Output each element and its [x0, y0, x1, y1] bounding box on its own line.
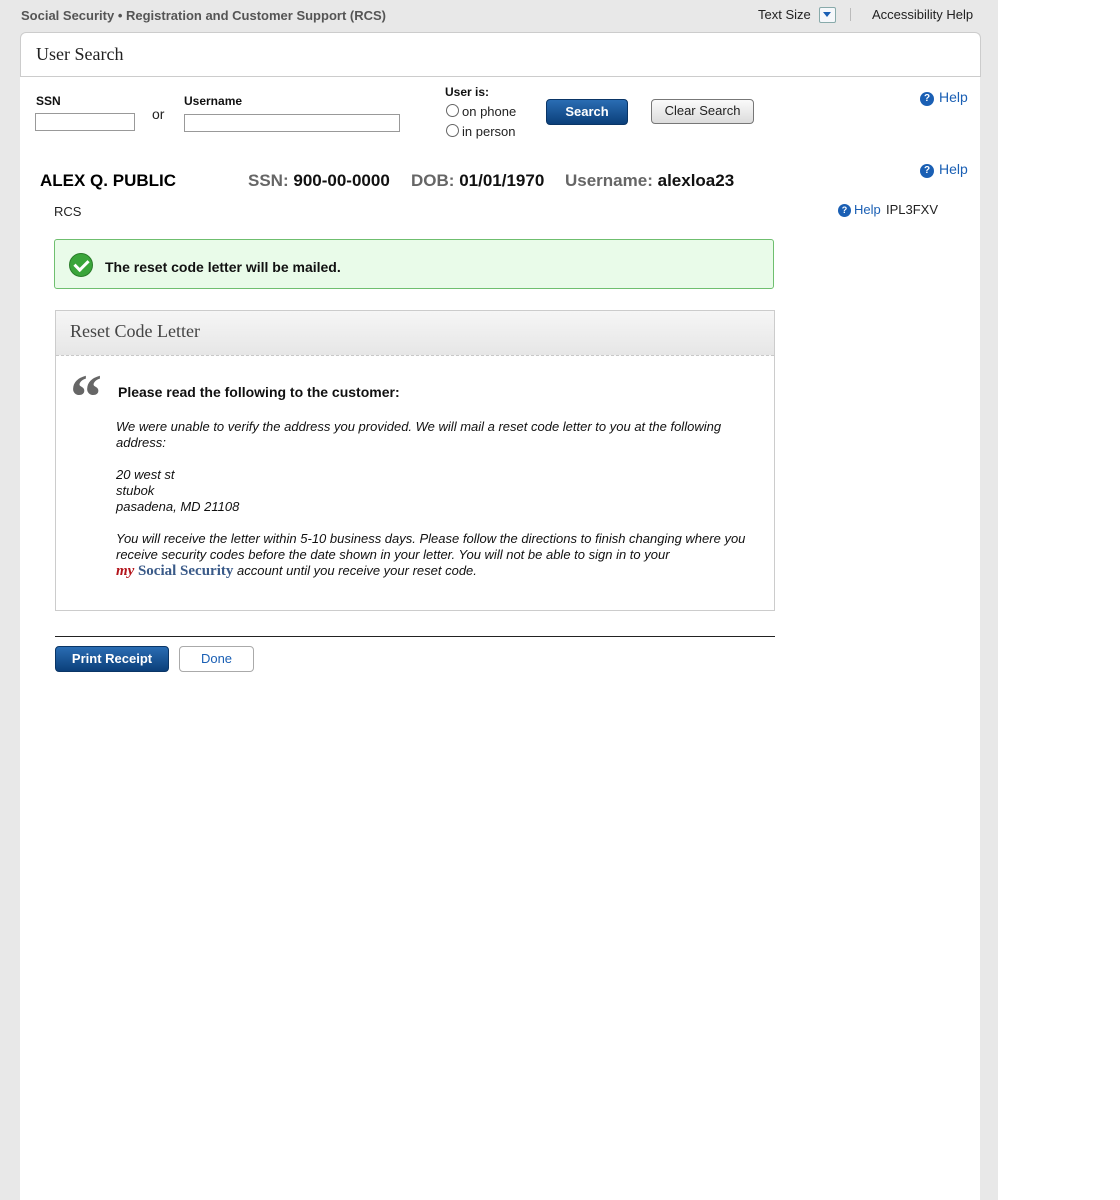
top-separator	[850, 8, 851, 21]
dob-key: DOB:	[411, 171, 455, 190]
paragraph-2-text: You will receive the letter within 5-10 …	[116, 531, 746, 562]
search-help-link[interactable]: ? Help	[920, 89, 968, 106]
user-search-title: User Search	[36, 44, 124, 64]
search-panel: SSN or Username User is: on phone in per…	[20, 76, 980, 151]
text-size-label[interactable]: Text Size	[758, 7, 811, 22]
action-divider	[55, 636, 775, 637]
success-message: The reset code letter will be mailed.	[105, 259, 341, 275]
username-input[interactable]	[184, 114, 400, 132]
search-button[interactable]: Search	[546, 99, 628, 125]
help-label: Help	[854, 202, 881, 217]
read-instruction: Please read the following to the custome…	[118, 384, 400, 400]
section-label: RCS	[54, 204, 82, 219]
accessibility-help-link[interactable]: Accessibility Help	[872, 7, 973, 22]
script-paragraph-2: You will receive the letter within 5-10 …	[116, 531, 756, 579]
clear-search-button[interactable]: Clear Search	[651, 99, 754, 124]
paragraph-2-end: account until you receive your reset cod…	[236, 563, 477, 578]
radio-on-phone[interactable]: on phone	[446, 104, 516, 119]
script-paragraph-1: We were unable to verify the address you…	[116, 419, 722, 450]
page-code: IPL3FXV	[886, 202, 939, 217]
ssn-input[interactable]	[35, 113, 135, 131]
username-key: Username:	[565, 171, 653, 190]
help-icon: ?	[920, 92, 934, 106]
quote-icon: “	[70, 361, 102, 432]
check-circle-icon	[69, 253, 93, 277]
address-line-1: 20 west st	[116, 467, 175, 482]
chevron-down-icon[interactable]	[819, 7, 836, 23]
ssn-key: SSN:	[248, 171, 289, 190]
top-bar: Social Security • Registration and Custo…	[0, 0, 998, 32]
dob-value: 01/01/1970	[459, 171, 545, 190]
success-alert: The reset code letter will be mailed.	[54, 239, 774, 289]
radio-circle-icon[interactable]	[446, 124, 459, 137]
radio-circle-icon[interactable]	[446, 104, 459, 117]
help-label: Help	[939, 161, 968, 177]
ssn-label: SSN	[36, 94, 61, 108]
radio-label: in person	[462, 124, 516, 139]
customer-dob: DOB: 01/01/1970	[411, 171, 544, 191]
radio-in-person[interactable]: in person	[446, 124, 515, 139]
brand-my: my	[116, 563, 135, 579]
help-icon: ?	[838, 204, 851, 217]
done-button[interactable]: Done	[179, 646, 254, 672]
address-line-3: pasadena, MD 21108	[116, 499, 240, 514]
address-line-2: stubok	[116, 483, 155, 498]
app-title: Social Security • Registration and Custo…	[21, 8, 386, 23]
main-content: ? Help ALEX Q. PUBLIC SSN: 900-00-0000 DO…	[20, 150, 980, 1200]
reset-code-letter-panel: Reset Code Letter “ Please read the foll…	[55, 310, 775, 611]
or-label: or	[152, 106, 165, 122]
customer-ssn: SSN: 900-00-0000	[248, 171, 390, 191]
mailing-address: 20 west st stubok pasadena, MD 21108	[116, 467, 756, 515]
help-label: Help	[939, 89, 968, 105]
user-search-header: User Search	[20, 32, 981, 77]
username-value: alexloa23	[657, 171, 735, 190]
print-receipt-button[interactable]: Print Receipt	[55, 646, 169, 672]
customer-username: Username: alexloa23	[565, 171, 734, 191]
username-label: Username	[184, 94, 243, 108]
letter-title: Reset Code Letter	[70, 321, 200, 341]
customer-name: ALEX Q. PUBLIC	[40, 171, 177, 190]
customer-help-link[interactable]: ? Help	[920, 161, 968, 178]
radio-label: on phone	[462, 104, 517, 119]
user-is-label: User is:	[445, 85, 490, 99]
ssn-value: 900-00-0000	[293, 171, 390, 190]
brand-social-security: Social Security	[137, 563, 234, 579]
help-icon: ?	[920, 164, 934, 178]
letter-header: Reset Code Letter	[56, 311, 774, 356]
page-help-link[interactable]: ? Help	[838, 202, 881, 217]
